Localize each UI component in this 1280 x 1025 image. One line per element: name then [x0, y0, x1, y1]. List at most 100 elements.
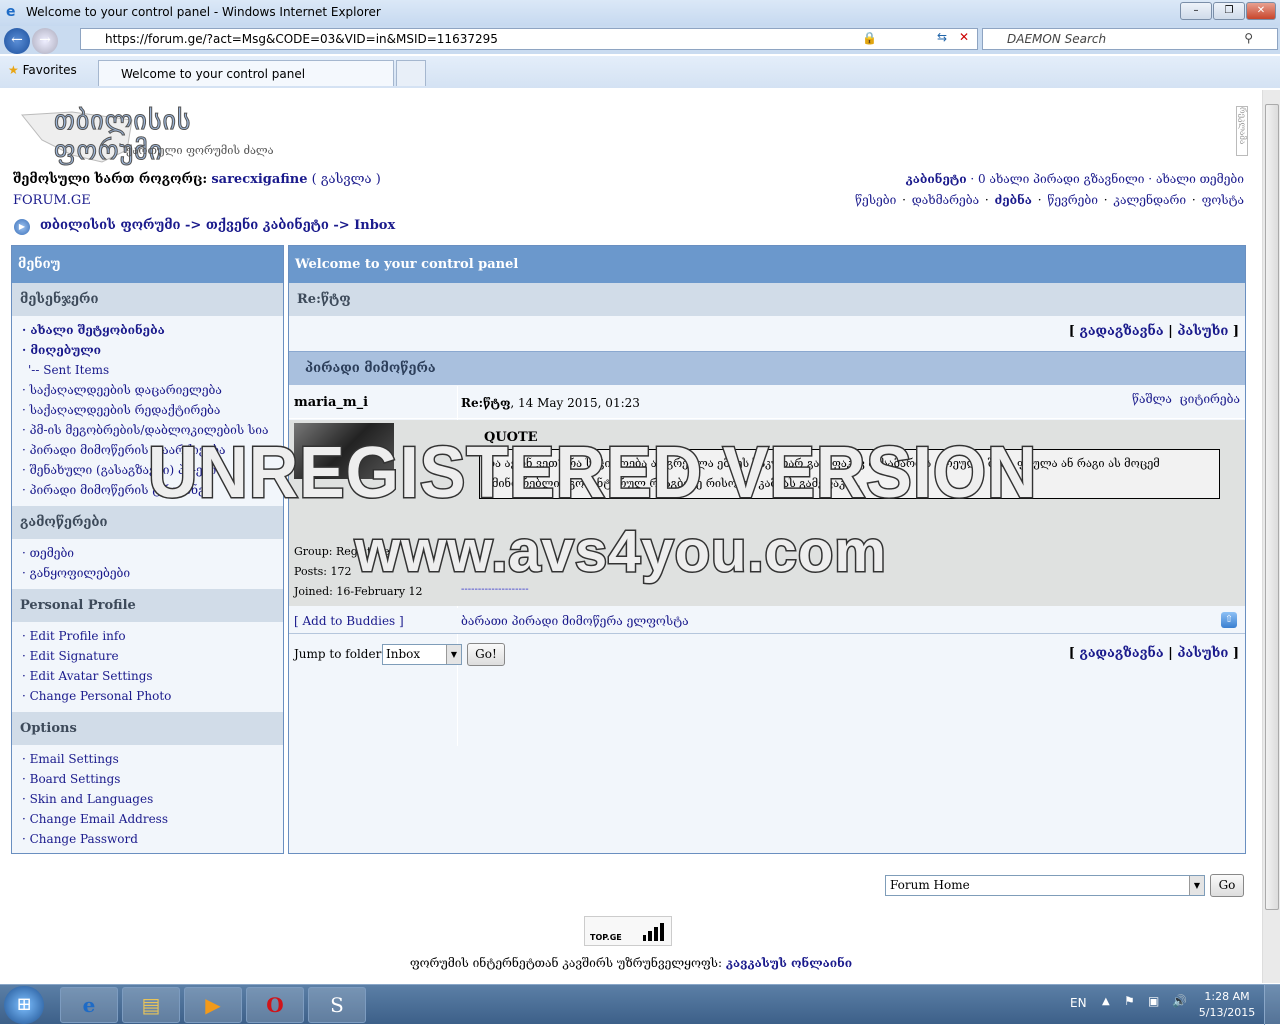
new-topics-link[interactable]: ახალი თემები	[1156, 172, 1244, 186]
menu-empty-folders[interactable]: · საქაღალდეების დაცარიელება	[22, 380, 283, 400]
quote-link[interactable]: ციტირება	[1180, 392, 1240, 406]
nav-search[interactable]: ძებნა	[995, 193, 1032, 207]
menu-board-settings[interactable]: · Board Settings	[22, 769, 283, 789]
action-center-flag-icon[interactable]: ⚑	[1124, 994, 1135, 1008]
menu-new-message[interactable]: · ახალი შეტყობინება	[22, 320, 283, 340]
nav-members[interactable]: წევრები	[1047, 193, 1098, 207]
show-hidden-icons[interactable]: ▲	[1102, 996, 1110, 1007]
logo-title: თბილისის ფორუმი	[54, 106, 192, 167]
forward-button[interactable]: →	[32, 28, 58, 54]
forum-jump-value: Forum Home	[890, 878, 970, 892]
member-group: Group: Registered	[294, 545, 397, 558]
stop-icon[interactable]: ✕	[959, 30, 969, 44]
menu-inbox[interactable]: · მიღებული	[22, 340, 283, 360]
menu-archive[interactable]: · პირადი მიმოწერის დაარქივება	[22, 440, 283, 460]
minimize-button[interactable]: –	[1180, 2, 1212, 20]
bracket: [	[1068, 324, 1075, 339]
media-player-taskbar-icon[interactable]: ▶	[184, 987, 242, 1023]
opera-taskbar-icon[interactable]: O	[246, 987, 304, 1023]
menu-email-settings[interactable]: · Email Settings	[22, 749, 283, 769]
post-date: , 14 May 2015, 01:23	[510, 396, 640, 410]
logout-link[interactable]: ( გასვლა )	[312, 172, 381, 187]
menu-edit-avatar[interactable]: · Edit Avatar Settings	[22, 666, 283, 686]
logged-in-label: შემოსული ხართ როგორც:	[13, 172, 208, 187]
forward-link-bottom[interactable]: გადაგზავნა	[1079, 646, 1163, 661]
cabinet-link[interactable]: კაბინეტი	[906, 172, 967, 186]
favorites-button[interactable]: ★ Favorites	[8, 63, 77, 77]
ad-tab[interactable]: რეკლამა	[1236, 106, 1248, 156]
back-button[interactable]: ←	[4, 28, 30, 54]
separator: |	[1168, 324, 1173, 339]
delete-link[interactable]: წაშლა	[1132, 392, 1172, 406]
menu-edit-folders[interactable]: · საქაღალდეების რედაქტირება	[22, 400, 283, 420]
chevron-down-icon: ▼	[1189, 876, 1204, 895]
explorer-taskbar-icon[interactable]: ▤	[122, 987, 180, 1023]
member-posts: Posts: 172	[294, 565, 352, 578]
clock-time: 1:28 AM	[1204, 990, 1250, 1003]
site-link[interactable]: FORUM.GE	[13, 193, 91, 208]
nav-calendar[interactable]: კალენდარი	[1113, 193, 1186, 207]
reply-link-bottom[interactable]: პასუხი	[1177, 646, 1228, 661]
go-folder-button[interactable]: Go!	[467, 643, 505, 666]
network-icon[interactable]: ▣	[1148, 994, 1159, 1008]
scrollbar-thumb[interactable]	[1265, 104, 1279, 910]
bracket: [	[1068, 646, 1075, 661]
menu-tracking[interactable]: · პირადი მიმოწერის ტრეკინგი	[22, 480, 283, 500]
jump-folder-label: Jump to folder:	[294, 647, 386, 661]
skype-taskbar-icon[interactable]: S	[308, 987, 366, 1023]
language-indicator[interactable]: EN	[1070, 996, 1087, 1010]
nav-help[interactable]: დახმარება	[912, 193, 979, 207]
menu-saved-pms[interactable]: · შენახული (გასაგზავნი) პმ-ები	[22, 460, 283, 480]
breadcrumb[interactable]: თბილისის ფორუმი -> თქვენი კაბინეტი -> In…	[40, 218, 395, 233]
menu-change-photo[interactable]: · Change Personal Photo	[22, 686, 283, 706]
maximize-button[interactable]: ❐	[1213, 2, 1245, 20]
username-link[interactable]: sarecxigafine	[211, 172, 307, 187]
provider-link[interactable]: კავკასუს ონლაინი	[726, 956, 852, 970]
forward-link[interactable]: გადაგზავნა	[1079, 324, 1163, 339]
forum-jump-select[interactable]: Forum Home ▼	[885, 875, 1205, 896]
menu-edit-profile[interactable]: · Edit Profile info	[22, 626, 283, 646]
post-subject: Re:წტფ	[461, 396, 511, 410]
forum-go-button[interactable]: Go	[1210, 874, 1244, 897]
menu-sent-items[interactable]: '-- Sent Items	[22, 360, 283, 380]
menu-buddy-list[interactable]: · პმ-ის მეგობრების/დაბლოკილების სია	[22, 420, 283, 440]
menu-skin-languages[interactable]: · Skin and Languages	[22, 789, 283, 809]
browser-tab[interactable]: Welcome to your control panel	[98, 60, 394, 86]
url-input[interactable]: https://forum.ge/?act=Msg&CODE=03&VID=in…	[80, 28, 978, 50]
vertical-scrollbar[interactable]	[1262, 90, 1280, 983]
topge-label: TOP.GE	[590, 933, 622, 942]
topge-counter[interactable]: TOP.GE	[584, 916, 672, 946]
section-messenger: მესენჯერი	[12, 283, 283, 316]
menu-edit-signature[interactable]: · Edit Signature	[22, 646, 283, 666]
signal-bars-icon	[643, 923, 664, 941]
reply-link[interactable]: პასუხი	[1177, 324, 1228, 339]
menu-topics[interactable]: · თემები	[22, 543, 283, 563]
bracket: ]	[1232, 646, 1239, 661]
new-pm-link[interactable]: · 0 ახალი პირადი გზავნილი ·	[970, 172, 1152, 186]
search-input[interactable]: DAEMON Search ⚲	[982, 28, 1278, 50]
profile-pm-email-links[interactable]: ბარათი პირადი მიმოწერა ელფოსტა	[461, 614, 689, 628]
volume-icon[interactable]: 🔊	[1172, 994, 1187, 1008]
menu-change-email[interactable]: · Change Email Address	[22, 809, 283, 829]
scroll-top-icon[interactable]: ⇧	[1221, 612, 1237, 628]
menu-forums[interactable]: · განყოფილებები	[22, 563, 283, 583]
nav-rules[interactable]: წესები	[855, 193, 896, 207]
nav-mail[interactable]: ფოსტა	[1202, 193, 1244, 207]
ie-icon: e	[6, 4, 16, 20]
forum-logo[interactable]: თბილისის ფორუმი ქართული ფორუმის ძალა	[12, 100, 274, 168]
clock[interactable]: 1:28 AM 5/13/2015	[1196, 989, 1258, 1021]
start-button[interactable]: ⊞	[4, 986, 44, 1024]
post-author[interactable]: maria_m_i	[294, 395, 368, 410]
menu-change-password[interactable]: · Change Password	[22, 829, 283, 849]
ie-taskbar-icon[interactable]: e	[60, 987, 118, 1023]
folder-select[interactable]: Inbox ▼	[382, 644, 462, 665]
new-tab-button[interactable]	[396, 60, 426, 86]
close-button[interactable]: ✕	[1246, 2, 1276, 20]
search-icon[interactable]: ⚲	[1244, 31, 1253, 45]
lock-icon: 🔒	[862, 31, 877, 45]
refresh-icon[interactable]: ⇆	[937, 30, 947, 44]
main-title: Welcome to your control panel	[289, 246, 1245, 283]
search-placeholder: DAEMON Search	[1007, 32, 1107, 46]
show-desktop-button[interactable]	[1264, 985, 1280, 1025]
add-to-buddies-link[interactable]: [ Add to Buddies ]	[294, 614, 404, 628]
